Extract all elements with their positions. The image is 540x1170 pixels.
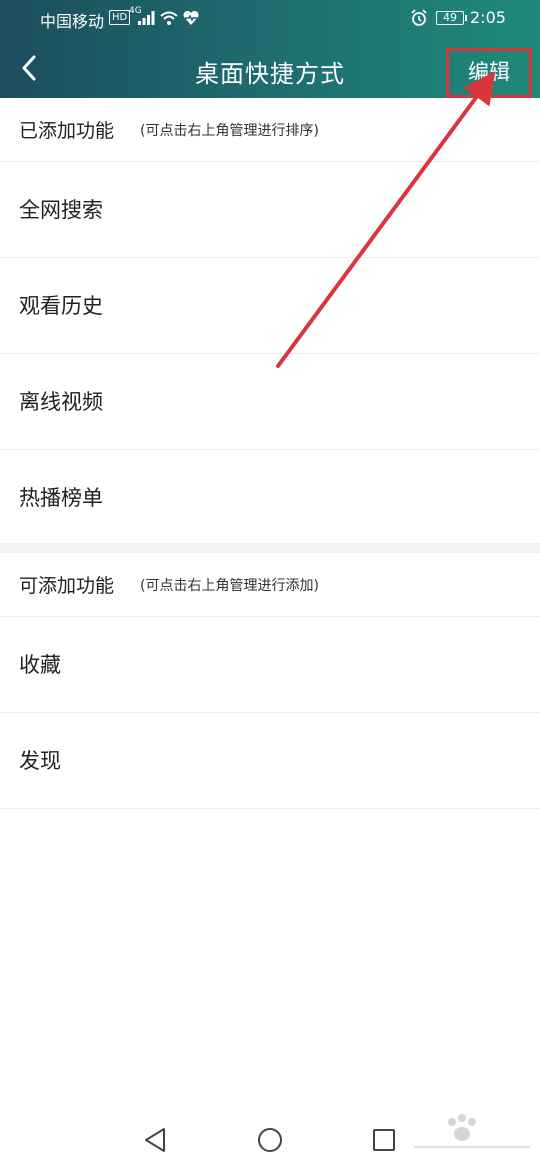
- clock: 2:05: [470, 8, 506, 27]
- hd-badge: HD: [109, 10, 131, 25]
- signal-icon: [138, 11, 155, 25]
- list-item-label: 收藏: [19, 653, 61, 677]
- list-item[interactable]: 热播榜单: [0, 450, 540, 543]
- list-item[interactable]: 发现: [0, 713, 540, 809]
- added-section-hint: (可点击右上角管理进行排序): [140, 123, 319, 139]
- list-item-label: 热播榜单: [19, 486, 103, 510]
- available-section-header: 可添加功能 (可点击右上角管理进行添加): [0, 553, 540, 617]
- heart-icon: [183, 10, 199, 25]
- app-header: 中国移动 HD 4G 49 2:05 桌面快捷方式 编辑: [0, 0, 540, 98]
- nav-recent-icon[interactable]: [372, 1128, 396, 1152]
- carrier-name: 中国移动: [40, 12, 105, 31]
- added-section-header: 已添加功能 (可点击右上角管理进行排序): [0, 98, 540, 162]
- list-item-label: 离线视频: [19, 390, 103, 414]
- list-item[interactable]: 收藏: [0, 617, 540, 713]
- battery-indicator: 49: [436, 11, 467, 25]
- watermark-logo-icon: [414, 1114, 530, 1148]
- navigation-bar: 桌面快捷方式 编辑: [0, 36, 540, 98]
- list-item-label: 全网搜索: [19, 198, 103, 222]
- list-item[interactable]: 观看历史: [0, 258, 540, 354]
- added-section-title: 已添加功能: [19, 120, 115, 142]
- alarm-icon: [411, 9, 427, 26]
- list-item-label: 发现: [19, 749, 61, 773]
- nav-home-icon[interactable]: [257, 1127, 283, 1153]
- nav-back-icon[interactable]: [142, 1126, 168, 1154]
- status-bar: 中国移动 HD 4G 49 2:05: [0, 0, 540, 36]
- available-section-hint: (可点击右上角管理进行添加): [140, 578, 319, 594]
- list-item[interactable]: 离线视频: [0, 354, 540, 450]
- section-divider: [0, 543, 540, 553]
- available-section-title: 可添加功能: [19, 575, 115, 597]
- list-item-label: 观看历史: [19, 294, 103, 318]
- edit-button[interactable]: 编辑: [446, 48, 532, 98]
- list-item[interactable]: 全网搜索: [0, 162, 540, 258]
- wifi-icon: [160, 11, 178, 25]
